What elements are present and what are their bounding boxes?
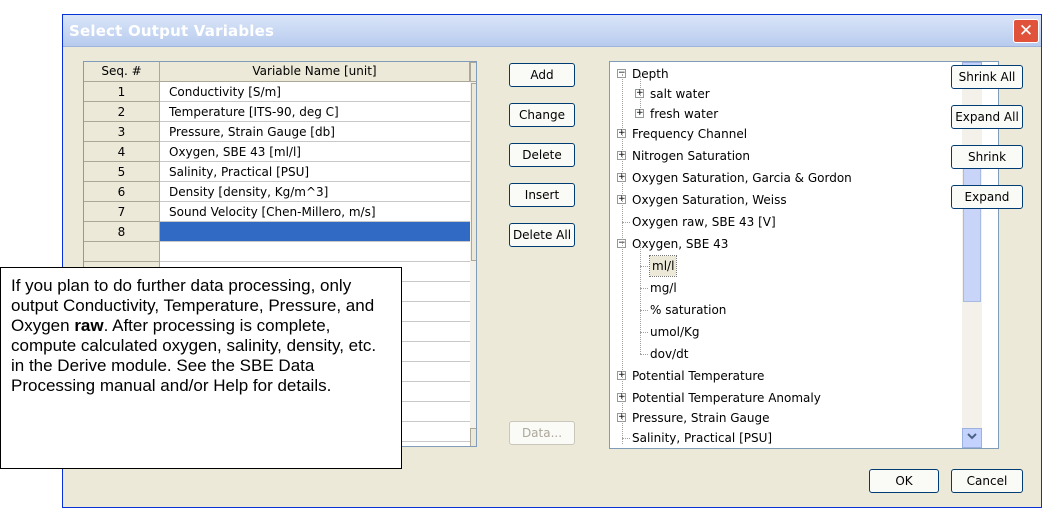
close-icon: ✕ xyxy=(1018,21,1034,41)
tree-item[interactable]: dov/dt xyxy=(650,344,688,364)
seq-cell[interactable]: 5 xyxy=(84,162,160,182)
title-bar[interactable]: Select Output Variables ✕ xyxy=(63,15,1041,47)
variable-cell[interactable]: Sound Velocity [Chen-Millero, m/s] xyxy=(160,202,470,222)
tree-item[interactable]: Potential Temperature xyxy=(632,366,764,386)
seq-cell[interactable]: 2 xyxy=(84,102,160,122)
expand-all-button[interactable]: Expand All xyxy=(951,105,1023,129)
insert-button[interactable]: Insert xyxy=(509,183,575,207)
seq-cell[interactable]: 8 xyxy=(84,222,160,242)
variable-cell[interactable]: Temperature [ITS-90, deg C] xyxy=(160,102,470,122)
tree-connector xyxy=(640,354,648,355)
change-button[interactable]: Change xyxy=(509,103,575,127)
instruction-callout: If you plan to do further data processin… xyxy=(0,267,402,469)
tree-connector xyxy=(640,288,648,289)
cancel-button[interactable]: Cancel xyxy=(951,469,1023,493)
tree-connector xyxy=(622,222,630,223)
seq-cell[interactable] xyxy=(84,242,160,262)
delete-all-button[interactable]: Delete All xyxy=(509,223,575,247)
callout-text-bold: raw xyxy=(74,316,104,335)
shrink-all-button[interactable]: Shrink All xyxy=(951,65,1023,89)
tree-connector xyxy=(622,74,623,444)
variable-tree: − Depth + salt water + fresh water + Frequency … xyxy=(609,61,999,449)
tree-connector xyxy=(640,332,648,333)
seq-cell[interactable]: 4 xyxy=(84,142,160,162)
down-chevron-icon xyxy=(967,433,977,440)
tree-item[interactable]: Oxygen, SBE 43 xyxy=(632,234,728,254)
variable-cell[interactable] xyxy=(160,242,470,262)
seq-cell[interactable]: 6 xyxy=(84,182,160,202)
table-row[interactable]: 2 Temperature [ITS-90, deg C] xyxy=(84,102,476,122)
seq-column-header[interactable]: Seq. # xyxy=(84,62,160,82)
table-row[interactable]: 8 xyxy=(84,222,476,242)
grid-scroll-thumb[interactable] xyxy=(471,83,476,261)
table-row[interactable]: 4 Oxygen, SBE 43 [ml/l] xyxy=(84,142,476,162)
expand-button[interactable]: Expand xyxy=(951,185,1023,209)
tree-item[interactable]: fresh water xyxy=(650,104,718,124)
data-button[interactable]: Data... xyxy=(509,421,575,445)
tree-connector xyxy=(640,76,641,114)
scroll-up-button[interactable]: ▲ xyxy=(470,62,476,82)
tree-scroll-thumb[interactable] xyxy=(963,162,981,302)
tree-connector xyxy=(640,310,648,311)
empty-row[interactable] xyxy=(84,242,476,262)
tree-item[interactable]: % saturation xyxy=(650,300,726,320)
tree-item[interactable]: ml/l xyxy=(648,255,678,277)
table-row[interactable]: 5 Salinity, Practical [PSU] xyxy=(84,162,476,182)
variable-cell[interactable]: Oxygen, SBE 43 [ml/l] xyxy=(160,142,470,162)
tree-scroll-down-button[interactable] xyxy=(962,428,982,448)
ok-button[interactable]: OK xyxy=(869,469,939,493)
variable-cell[interactable] xyxy=(160,222,470,242)
seq-cell[interactable]: 7 xyxy=(84,202,160,222)
seq-cell[interactable]: 3 xyxy=(84,122,160,142)
tree-item[interactable]: umol/Kg xyxy=(650,322,700,342)
variable-cell[interactable]: Conductivity [S/m] xyxy=(160,82,470,102)
shrink-button[interactable]: Shrink xyxy=(951,145,1023,169)
tree-item[interactable]: mg/l xyxy=(650,278,677,298)
tree-item[interactable]: Depth xyxy=(632,64,669,84)
variable-cell[interactable]: Density [density, Kg/m^3] xyxy=(160,182,470,202)
variable-column-header[interactable]: Variable Name [unit] xyxy=(160,62,470,82)
tree-item[interactable]: Salinity, Practical [PSU] xyxy=(632,428,772,448)
delete-button[interactable]: Delete xyxy=(509,143,575,167)
tree-connector xyxy=(622,438,630,439)
tree-item[interactable]: Potential Temperature Anomaly xyxy=(632,388,821,408)
tree-connector xyxy=(640,244,641,354)
tree-item[interactable]: salt water xyxy=(650,84,710,104)
tree-connector xyxy=(640,266,648,267)
table-row[interactable]: 3 Pressure, Strain Gauge [db] xyxy=(84,122,476,142)
grid-header: Seq. # Variable Name [unit] xyxy=(84,62,476,82)
tree-item[interactable]: Nitrogen Saturation xyxy=(632,146,750,166)
tree-item[interactable]: Oxygen raw, SBE 43 [V] xyxy=(632,212,776,232)
variable-cell[interactable]: Salinity, Practical [PSU] xyxy=(160,162,470,182)
tree-item[interactable]: Frequency Channel xyxy=(632,124,747,144)
tree-item[interactable]: Oxygen Saturation, Garcia & Gordon xyxy=(632,168,852,188)
table-row[interactable]: 7 Sound Velocity [Chen-Millero, m/s] xyxy=(84,202,476,222)
grid-scrollbar[interactable]: ▲ ▼ xyxy=(470,62,476,446)
add-button[interactable]: Add xyxy=(509,63,575,87)
close-button[interactable]: ✕ xyxy=(1013,19,1039,43)
scroll-down-button[interactable]: ▼ xyxy=(470,428,476,446)
tree-item[interactable]: Pressure, Strain Gauge xyxy=(632,408,770,428)
variable-cell[interactable]: Pressure, Strain Gauge [db] xyxy=(160,122,470,142)
table-row[interactable]: 6 Density [density, Kg/m^3] xyxy=(84,182,476,202)
tree-item[interactable]: Oxygen Saturation, Weiss xyxy=(632,190,787,210)
seq-cell[interactable]: 1 xyxy=(84,82,160,102)
table-row[interactable]: 1 Conductivity [S/m] xyxy=(84,82,476,102)
window-title: Select Output Variables xyxy=(69,22,275,40)
